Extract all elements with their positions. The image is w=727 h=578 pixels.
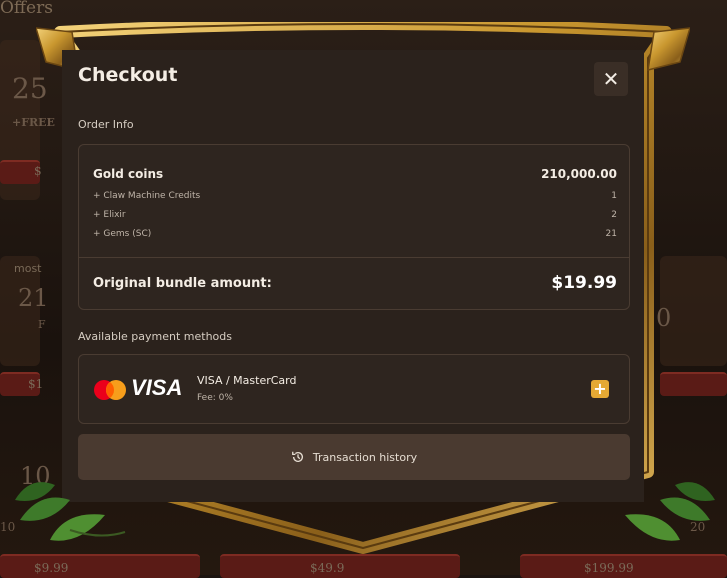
extra-item-name: + Elixir: [93, 210, 126, 220]
extra-item-value: 21: [605, 229, 617, 239]
background-price-1: $9.99: [34, 561, 69, 575]
background-title: Offers: [0, 0, 53, 18]
order-summary: Gold coins 210,000.00 + Claw Machine Cre…: [78, 144, 630, 310]
transaction-history-button[interactable]: Transaction history: [78, 434, 630, 480]
background-price-2: $49.9: [310, 561, 345, 575]
total-row: Original bundle amount: $19.99: [93, 273, 617, 293]
plus-icon: +: [593, 379, 607, 398]
main-item-row: Gold coins 210,000.00: [93, 167, 617, 181]
close-button[interactable]: ✕: [594, 62, 628, 96]
payment-method-fee: Fee: 0%: [197, 393, 233, 403]
extra-item-name: + Gems (SC): [93, 229, 152, 239]
background-buy-button-4: [0, 554, 200, 578]
order-divider: [79, 257, 629, 258]
leaf-decoration-left: [15, 482, 126, 541]
total-label: Original bundle amount:: [93, 275, 272, 291]
mastercard-icon: [94, 380, 126, 400]
main-item-name: Gold coins: [93, 167, 164, 181]
leaf-decoration-right: [625, 482, 715, 541]
modal-title: Checkout: [78, 64, 178, 86]
extra-item-row: + Gems (SC) 21: [93, 229, 617, 239]
transaction-history-label: Transaction history: [312, 450, 418, 464]
history-icon: [291, 451, 303, 463]
payment-methods-label: Available payment methods: [78, 330, 232, 343]
order-info-label: Order Info: [78, 118, 134, 131]
extra-item-row: + Claw Machine Credits 1: [93, 191, 617, 201]
checkout-modal: Checkout ✕ Order Info Gold coins 210,000…: [62, 50, 644, 502]
total-value: $19.99: [551, 273, 617, 293]
payment-method-name: VISA / MasterCard: [197, 374, 297, 387]
extra-item-value: 1: [611, 191, 617, 201]
main-item-value: 210,000.00: [541, 167, 617, 181]
background-price-3: $199.99: [584, 561, 634, 575]
visa-icon: VISA: [131, 375, 183, 400]
close-icon: ✕: [602, 67, 620, 91]
extra-item-row: + Elixir 2: [93, 210, 617, 220]
payment-method-card[interactable]: VISA VISA / MasterCard Fee: 0% +: [78, 354, 630, 424]
add-payment-button[interactable]: +: [591, 380, 609, 398]
extra-item-value: 2: [611, 210, 617, 220]
extra-item-name: + Claw Machine Credits: [93, 191, 201, 201]
